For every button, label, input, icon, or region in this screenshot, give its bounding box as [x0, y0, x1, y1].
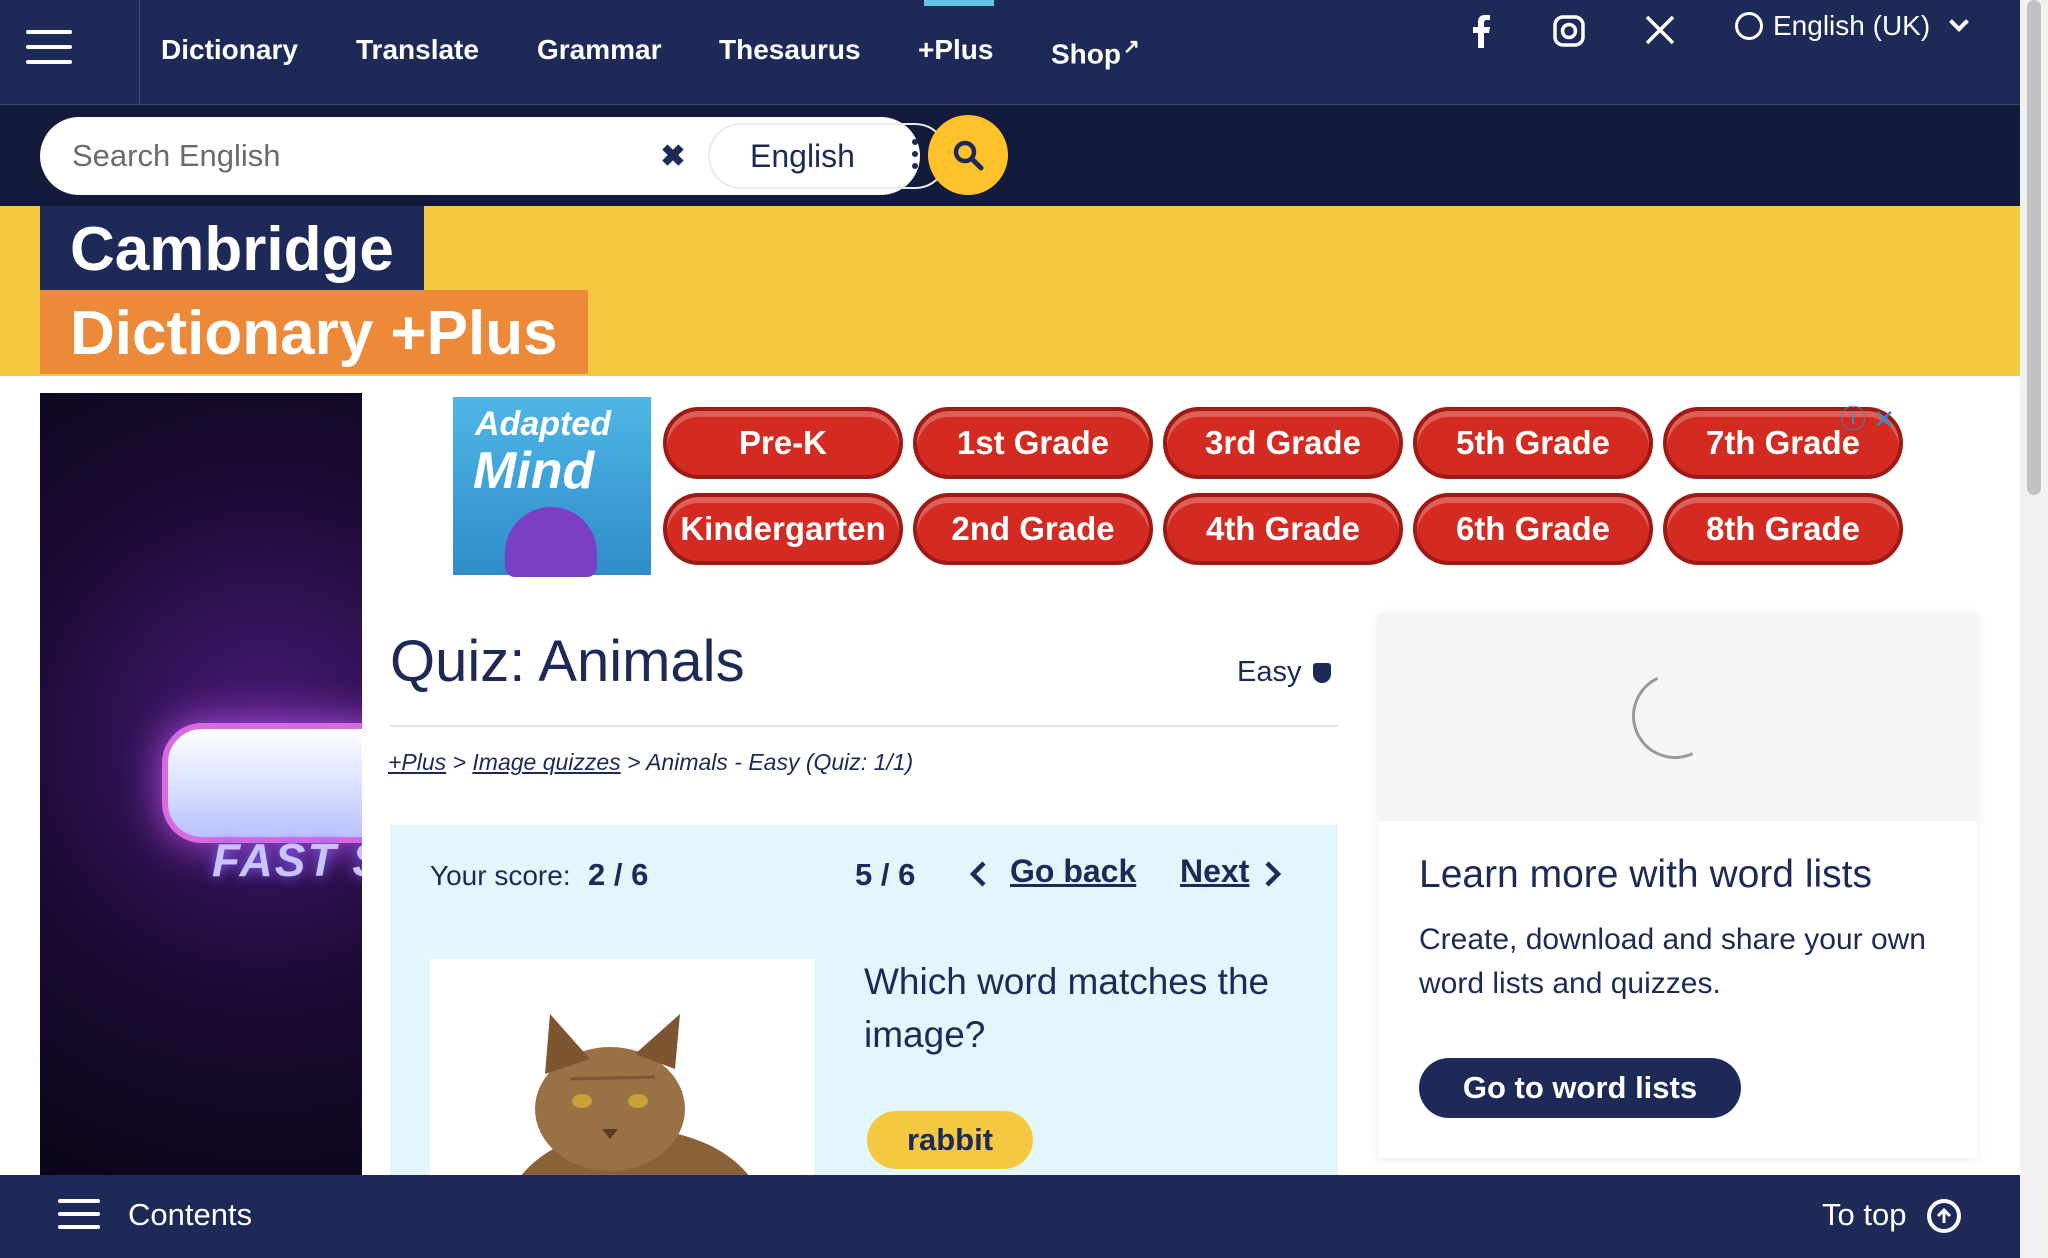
ad-logo-line2: Mind	[473, 442, 595, 500]
go-back-button[interactable]: Go back	[968, 853, 1136, 890]
ad-grade-button[interactable]: Pre-K	[663, 407, 903, 479]
nav-thesaurus[interactable]: Thesaurus	[719, 34, 861, 66]
score-value: 2 / 6	[588, 857, 649, 892]
dictionary-language-label: English	[750, 137, 855, 174]
nav-grammar[interactable]: Grammar	[537, 34, 662, 66]
chevron-left-icon	[969, 860, 986, 887]
more-options-icon	[912, 139, 918, 169]
monster-mascot-icon	[505, 507, 597, 577]
breadcrumb-current: > Animals - Easy (Quiz: 1/1)	[620, 749, 914, 775]
ad-grade-button[interactable]: 8th Grade	[1663, 493, 1903, 565]
instagram-icon[interactable]	[1552, 14, 1586, 56]
left-advertisement[interactable]: FAST S	[40, 393, 362, 1258]
active-tab-marker	[924, 0, 994, 6]
word-lists-card: Learn more with word lists Create, downl…	[1378, 613, 1977, 1158]
scrollbar-thumb[interactable]	[2027, 0, 2041, 495]
loading-area	[1378, 613, 1977, 821]
ad-logo-line1: Adapted	[475, 405, 611, 443]
difficulty-label: Easy	[1237, 656, 1302, 688]
language-label: English (UK)	[1773, 10, 1931, 41]
word-lists-title: Learn more with word lists	[1419, 853, 1872, 896]
search-icon	[953, 140, 984, 171]
clear-search-icon[interactable]: ✖	[654, 137, 692, 175]
next-button[interactable]: Next	[1180, 853, 1283, 890]
ad-grade-button[interactable]: Kindergarten	[663, 493, 903, 565]
top-advertisement[interactable]: Adapted Mind Pre-K 1st Grade 3rd Grade 5…	[453, 393, 1915, 579]
top-navigation-bar: Dictionary Translate Grammar Thesaurus +…	[0, 0, 2020, 105]
nav-translate[interactable]: Translate	[356, 34, 479, 66]
answer-option[interactable]: rabbit	[867, 1111, 1033, 1169]
next-label: Next	[1180, 853, 1250, 889]
breadcrumb-separator: >	[446, 749, 473, 775]
question-progress: 5 / 6	[855, 857, 916, 892]
breadcrumb-image-quizzes-link[interactable]: Image quizzes	[472, 749, 620, 775]
ad-grade-button[interactable]: 1st Grade	[913, 407, 1153, 479]
word-lists-description: Create, download and share your own word…	[1419, 923, 1926, 1000]
breadcrumb-plus-link[interactable]: +Plus	[388, 749, 446, 775]
nav-shop-label: Shop	[1051, 38, 1121, 70]
dictionary-language-select[interactable]: English	[708, 123, 948, 189]
go-to-word-lists-button[interactable]: Go to word lists	[1419, 1058, 1741, 1118]
shield-icon	[1313, 662, 1332, 683]
x-icon[interactable]	[1644, 14, 1676, 54]
globe-icon	[1735, 12, 1763, 40]
to-top-link[interactable]: To top	[1822, 1197, 1906, 1233]
brand-banner: Cambridge Dictionary +Plus	[0, 206, 2020, 376]
nav-shop[interactable]: Shop ↗	[1051, 34, 1140, 70]
search-input[interactable]	[72, 135, 632, 177]
chevron-right-icon	[1265, 860, 1282, 887]
arrow-up-circle-icon[interactable]	[1927, 1199, 1961, 1233]
ad-grade-button[interactable]: 2nd Grade	[913, 493, 1153, 565]
ad-grade-button[interactable]: 5th Grade	[1413, 407, 1653, 479]
go-back-label: Go back	[1010, 853, 1137, 889]
facebook-icon[interactable]	[1470, 14, 1492, 56]
nav-plus[interactable]: +Plus	[918, 34, 993, 66]
ad-grade-button[interactable]: 6th Grade	[1413, 493, 1653, 565]
brand-dictionary-plus: Dictionary +Plus	[40, 290, 588, 374]
divider	[390, 725, 1338, 727]
external-link-icon: ↗	[1123, 36, 1140, 58]
chevron-down-icon	[1949, 12, 1970, 32]
search-button[interactable]	[928, 115, 1008, 195]
language-selector[interactable]: English (UK)	[1735, 10, 1970, 42]
nav-divider	[139, 0, 140, 105]
ad-graphic	[162, 723, 362, 843]
score-label: Your score:	[430, 860, 571, 891]
ad-info-close-icon[interactable]: ⓘ ✕	[1840, 399, 1895, 436]
ad-logo: Adapted Mind	[453, 397, 651, 577]
page-title: Quiz: Animals	[390, 629, 745, 694]
bottom-bar: Contents To top	[0, 1175, 2020, 1258]
search-box: ✖ English	[40, 117, 948, 195]
ad-text: FAST S	[212, 834, 362, 886]
search-bar: ✖ English	[0, 105, 2020, 206]
nav-dictionary[interactable]: Dictionary	[161, 34, 298, 66]
ad-grade-button[interactable]: 4th Grade	[1163, 493, 1403, 565]
ad-grade-button[interactable]: 3rd Grade	[1163, 407, 1403, 479]
brand-cambridge: Cambridge	[40, 206, 424, 290]
loading-spinner-icon	[1619, 660, 1731, 772]
quiz-question: Which word matches the image?	[864, 961, 1270, 1055]
difficulty-badge: Easy	[1237, 656, 1332, 689]
breadcrumb: +Plus > Image quizzes > Animals - Easy (…	[388, 749, 913, 776]
menu-icon[interactable]	[26, 30, 72, 64]
page-scrollbar[interactable]	[2020, 0, 2048, 1258]
contents-menu-icon[interactable]	[58, 1199, 100, 1229]
contents-link[interactable]: Contents	[128, 1197, 252, 1233]
